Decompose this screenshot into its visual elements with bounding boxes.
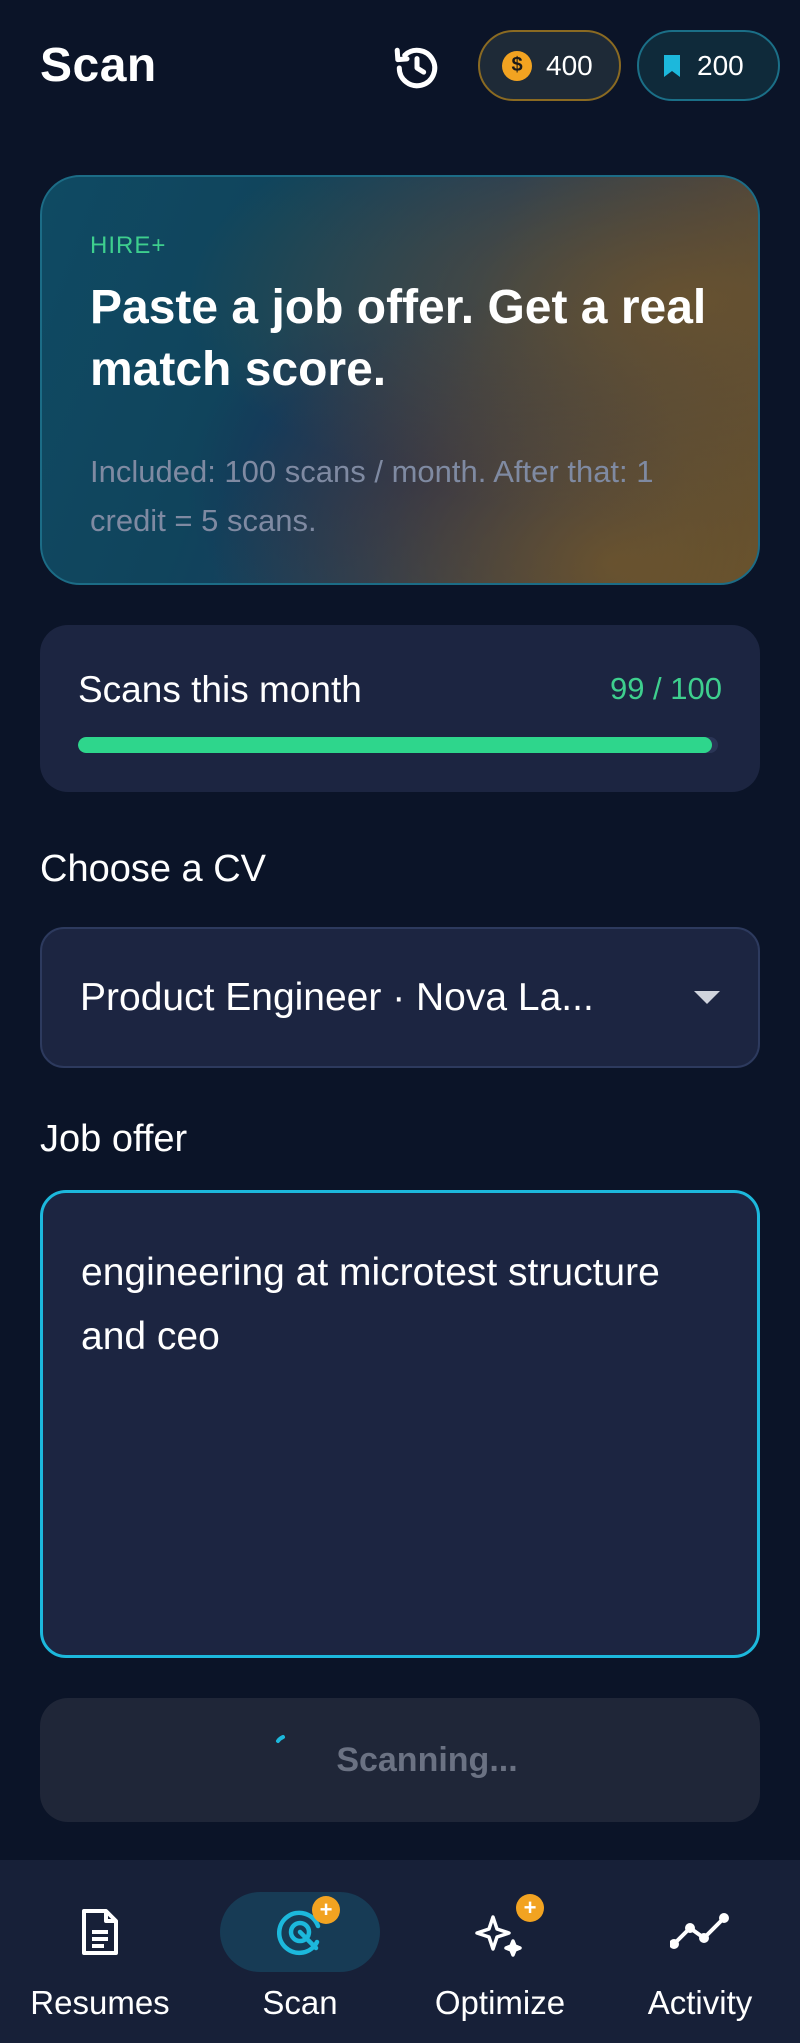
plus-badge-icon: +: [312, 1896, 340, 1924]
page-title: Scan: [40, 39, 157, 92]
scan-usage-label: Scans this month: [78, 669, 362, 710]
header: Scan $ 400 200: [0, 0, 800, 135]
nav-item-activity[interactable]: Activity: [620, 1860, 780, 2043]
nav-icon-container: [20, 1892, 180, 1972]
activity-line-icon: [670, 1913, 729, 1949]
document-icon: [82, 1909, 118, 1955]
nav-icon-container-active: +: [220, 1892, 380, 1972]
bookmarks-balance-value: 200: [697, 49, 744, 81]
nav-icon-container: +: [420, 1892, 580, 1972]
scan-button-label: Scanning...: [336, 1740, 518, 1779]
job-offer-text: engineering at microtest structure and c…: [81, 1251, 660, 1358]
nav-item-optimize[interactable]: + Optimize: [420, 1860, 580, 2043]
coins-balance-pill[interactable]: $ 400: [478, 30, 621, 101]
plus-badge-icon: +: [516, 1894, 544, 1922]
hero-tag: HIRE+: [90, 232, 167, 259]
scan-usage-progress-fill: [78, 737, 712, 753]
job-offer-label: Job offer: [40, 1118, 188, 1160]
coins-balance-value: 400: [546, 49, 593, 81]
loading-spinner-icon: [276, 1735, 286, 1743]
nav-label-optimize: Optimize: [434, 1984, 566, 2021]
app-screen: Scan $ 400 200 HIRE+ Paste a job offer. …: [0, 0, 800, 2043]
chevron-down-icon: [694, 991, 720, 1004]
nav-label-scan: Scan: [262, 1984, 338, 2021]
bookmarks-balance-pill[interactable]: 200: [637, 30, 780, 101]
scan-usage-card: Scans this month 99 / 100: [40, 625, 760, 792]
cv-select-dropdown[interactable]: Product Engineer · Nova La...: [40, 927, 760, 1068]
hero-card: HIRE+ Paste a job offer. Get a real matc…: [40, 175, 760, 585]
scan-usage-progress-bar: [78, 737, 718, 753]
scan-button[interactable]: Scanning...: [40, 1698, 760, 1822]
nav-item-scan[interactable]: + Scan: [220, 1860, 380, 2043]
nav-item-resumes[interactable]: Resumes: [20, 1860, 180, 2043]
history-button[interactable]: [385, 36, 449, 100]
scan-usage-count: 99 / 100: [609, 671, 722, 706]
nav-icon-container: [620, 1892, 780, 1972]
job-offer-textarea[interactable]: engineering at microtest structure and c…: [40, 1190, 760, 1658]
hero-title: Paste a job offer. Get a real match scor…: [90, 281, 707, 396]
cv-select-label: Choose a CV: [40, 848, 267, 890]
nav-label-resumes: Resumes: [30, 1984, 170, 2021]
bookmark-icon: [664, 54, 680, 77]
coin-dollar-icon: $: [502, 50, 532, 81]
nav-label-activity: Activity: [647, 1984, 753, 2021]
hero-subtitle: Included: 100 scans / month. After that:…: [90, 454, 654, 538]
history-icon: [394, 47, 438, 89]
bottom-nav: Resumes + Scan + Optimize Activity: [0, 1860, 800, 2043]
cv-selected-value: Product Engineer · Nova La...: [80, 975, 594, 1019]
